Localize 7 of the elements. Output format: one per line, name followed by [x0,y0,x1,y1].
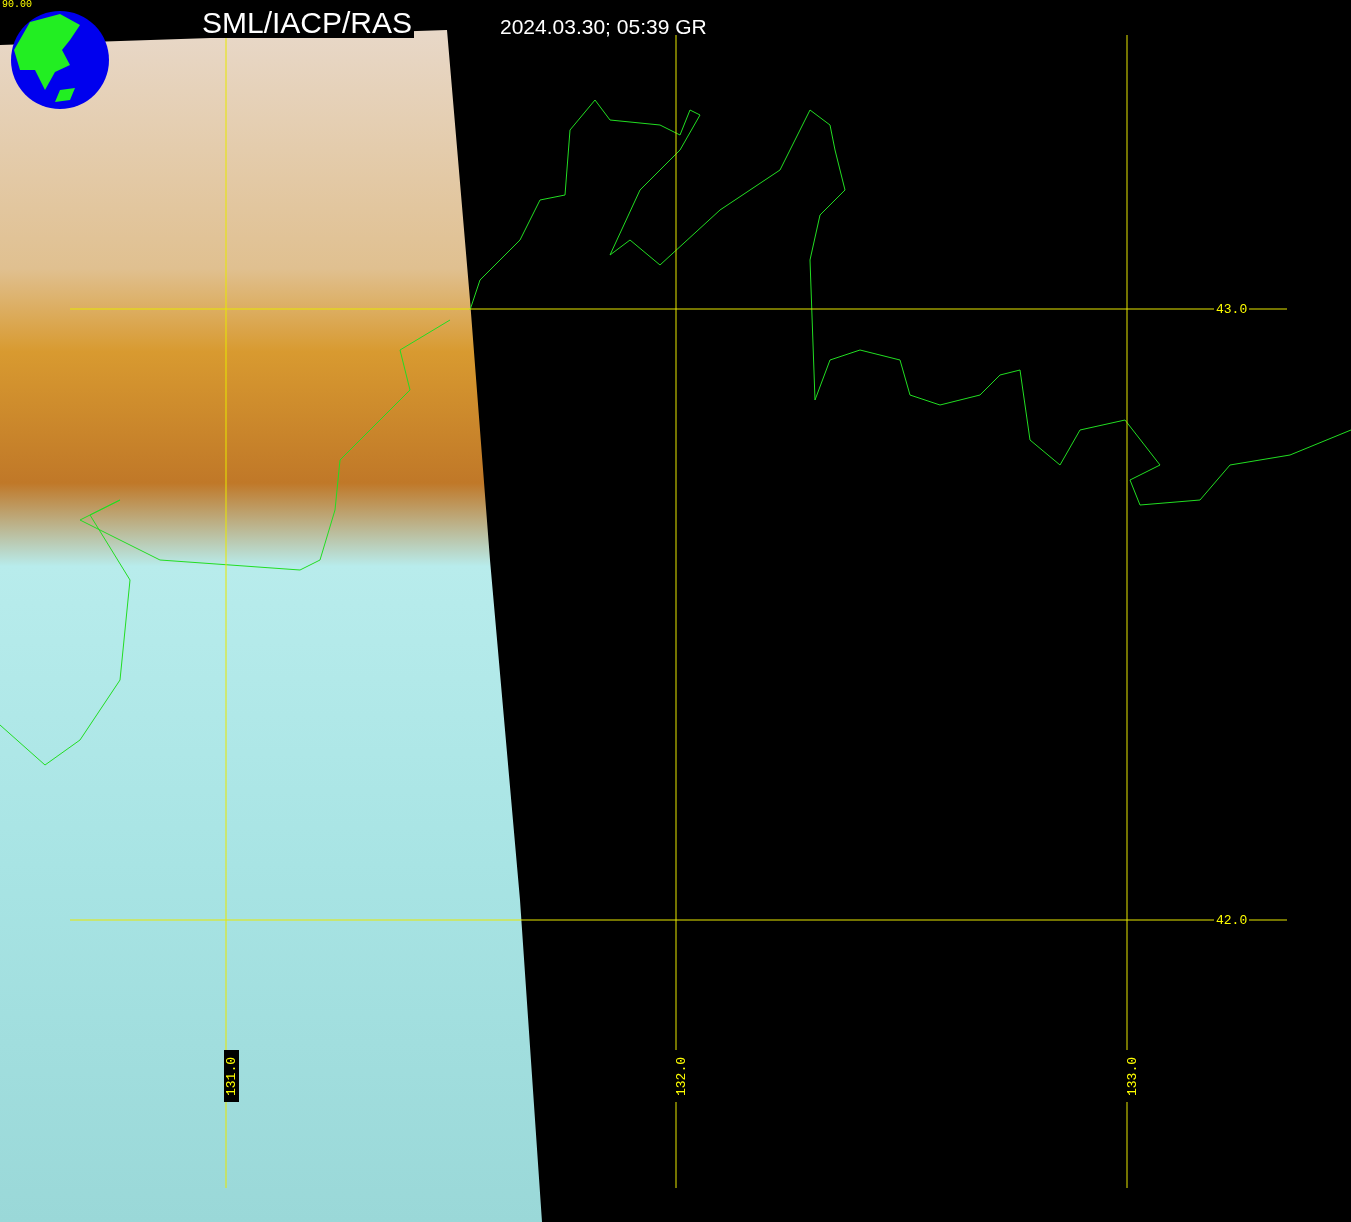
longitude-label: 131.0 [224,1050,239,1102]
globe-icon [11,11,109,109]
header-title: SML/IACP/RAS [200,8,415,38]
corner-label: 90.00 [2,0,32,10]
latitude-label: 42.0 [1214,914,1250,927]
latitude-label: 43.0 [1214,303,1250,316]
timestamp: 2024.03.30; 05:39 GR [500,16,707,37]
